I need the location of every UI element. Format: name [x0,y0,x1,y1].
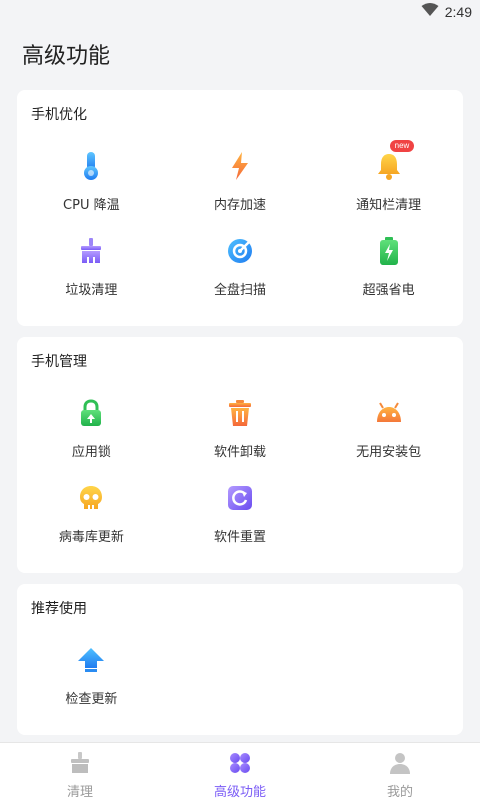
item-label: 无用安装包 [356,445,422,460]
item-label: 软件重置 [213,530,266,545]
new-badge: new [389,140,415,152]
section-phone-optimize: 手机优化 CPU 降温 内存加速 new 通知栏清理 垃圾清理 全盘扫描 超强省… [17,90,463,326]
item-label: 内存加速 [213,198,266,213]
upgrade-arrow-icon [75,644,107,676]
memory-boost-button[interactable]: 内存加速 [166,138,315,223]
trash-icon [224,397,256,429]
app-lock-button[interactable]: 应用锁 [17,385,166,470]
cpu-cooling-button[interactable]: CPU 降温 [17,138,166,223]
user-tab-icon [389,752,411,778]
notification-clean-button[interactable]: new 通知栏清理 [314,138,463,223]
section-recommended: 推荐使用 检查更新 [17,584,463,735]
thermometer-icon [75,150,107,182]
app-reset-button[interactable]: 软件重置 [166,470,315,555]
item-label: 全盘扫描 [213,283,266,298]
virus-db-update-button[interactable]: 病毒库更新 [17,470,166,555]
tab-label: 清理 [66,785,93,800]
lock-icon [75,397,107,429]
reset-icon [224,482,256,514]
broom-tab-icon [69,752,91,778]
uninstall-button[interactable]: 软件卸载 [166,385,315,470]
page-title: 高级功能 [22,44,111,69]
tab-label: 高级功能 [213,785,266,800]
wifi-icon [421,3,439,21]
item-label: 病毒库更新 [58,530,124,545]
item-label: 通知栏清理 [356,198,422,213]
tab-mine[interactable]: 我的 [320,743,480,800]
broom-icon [75,235,107,267]
useless-apk-button[interactable]: 无用安装包 [314,385,463,470]
tab-advanced[interactable]: 高级功能 [160,743,320,800]
section-phone-manage: 手机管理 应用锁 软件卸载 无用安装包 病毒库更新 软件重置 [17,337,463,573]
section-title: 手机优化 [31,107,87,123]
skull-icon [75,482,107,514]
lightning-icon [224,150,256,182]
full-scan-button[interactable]: 全盘扫描 [166,223,315,308]
disk-scan-icon [224,235,256,267]
android-icon [373,397,405,429]
section-title: 推荐使用 [31,601,87,617]
item-label: 应用锁 [71,445,111,460]
bottom-tab-bar: 清理 高级功能 我的 [0,742,480,800]
bell-icon: new [373,140,415,182]
section-title: 手机管理 [31,354,87,370]
power-saving-button[interactable]: 超强省电 [314,223,463,308]
item-label: 软件卸载 [213,445,266,460]
check-update-button[interactable]: 检查更新 [17,632,166,717]
item-label: 检查更新 [65,692,118,707]
tab-label: 我的 [386,785,413,800]
tab-clean[interactable]: 清理 [0,743,160,800]
battery-icon [373,235,405,267]
item-label: CPU 降温 [63,198,120,213]
item-label: 超强省电 [362,283,415,298]
status-time: 2:49 [444,4,472,20]
item-label: 垃圾清理 [65,283,118,298]
grid-flower-tab-icon [229,752,251,778]
junk-clean-button[interactable]: 垃圾清理 [17,223,166,308]
status-bar: 2:49 [0,0,480,24]
